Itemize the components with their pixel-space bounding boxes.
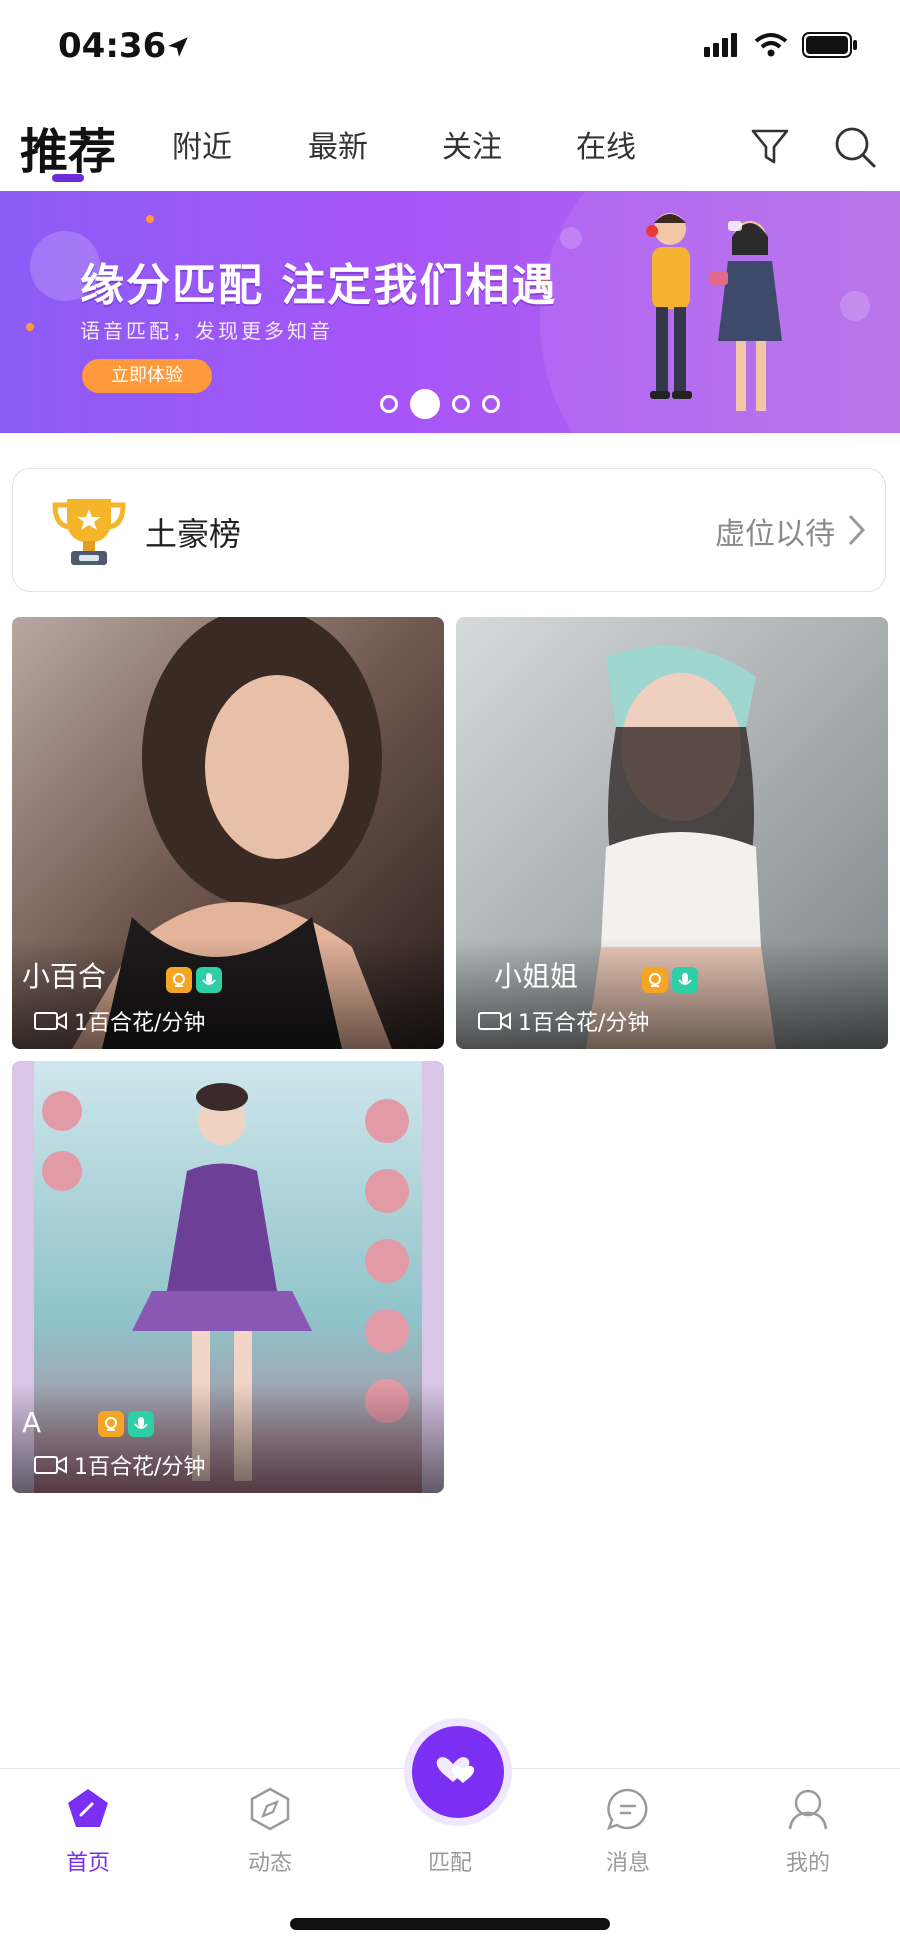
voice-chat-icon <box>196 967 222 993</box>
nav-mine[interactable]: 我的 <box>748 1769 868 1889</box>
banner-pagination <box>380 389 500 419</box>
nav-home[interactable]: 首页 <box>28 1769 148 1889</box>
nav-messages[interactable]: 消息 <box>568 1769 688 1889</box>
video-chat-icon <box>98 1411 124 1437</box>
filter-icon[interactable] <box>748 124 792 168</box>
nav-mine-label: 我的 <box>785 1851 830 1876</box>
price-row: 1百合花/分钟 <box>34 1449 205 1481</box>
user-card[interactable]: 小百合 1百合花/分钟 <box>12 617 444 1049</box>
couple-illustration <box>646 213 782 411</box>
chevron-right-icon <box>848 514 866 546</box>
nav-feed-label: 动态 <box>247 1851 292 1876</box>
home-icon <box>68 1789 108 1827</box>
status-time: 04:36 <box>58 26 167 66</box>
price-text: 1百合花/分钟 <box>74 1455 206 1480</box>
status-bar: 04:36 <box>0 0 900 96</box>
orange-dot <box>146 215 154 223</box>
price-text: 1百合花/分钟 <box>74 1011 206 1036</box>
tab-latest[interactable]: 最新 <box>308 122 368 166</box>
rich-list-status: 虚位以待 <box>715 517 835 552</box>
video-camera-icon <box>478 1012 511 1030</box>
user-card[interactable]: 小姐姐 1百合花/分钟 <box>456 617 888 1049</box>
home-indicator <box>290 1918 610 1930</box>
banner-try-now-button[interactable]: 立即体验 <box>82 359 212 393</box>
wifi-icon <box>754 33 788 57</box>
orange-dot <box>26 323 34 331</box>
user-name: 小姐姐 <box>494 960 579 993</box>
nav-match-label: 匹配 <box>427 1851 472 1876</box>
banner-dot-1[interactable] <box>380 395 398 413</box>
match-button[interactable] <box>404 1718 512 1826</box>
rich-list-title: 土豪榜 <box>145 515 242 553</box>
user-badges <box>98 1411 154 1437</box>
banner-dot-3[interactable] <box>452 395 470 413</box>
tab-nearby[interactable]: 附近 <box>172 122 232 166</box>
promo-banner[interactable]: 缘分匹配 注定我们相遇 语音匹配，发现更多知音 立即体验 <box>0 191 900 433</box>
banner-title: 缘分匹配 注定我们相遇 <box>80 260 558 311</box>
banner-subtitle: 语音匹配，发现更多知音 <box>80 319 333 343</box>
compass-icon <box>250 1787 290 1831</box>
cellular-signal-icon <box>704 33 737 57</box>
voice-chat-icon <box>128 1411 154 1437</box>
price-row: 1百合花/分钟 <box>34 1005 205 1037</box>
user-badges <box>166 967 222 993</box>
video-camera-icon <box>34 1456 67 1474</box>
hearts-icon <box>436 1757 475 1783</box>
user-card[interactable]: A 1百合花/分钟 <box>12 1061 444 1493</box>
profile-icon <box>788 1789 828 1830</box>
user-badges <box>642 967 698 993</box>
video-camera-icon <box>34 1012 67 1030</box>
search-icon[interactable] <box>832 124 878 170</box>
tab-following[interactable]: 关注 <box>442 122 502 166</box>
battery-icon <box>802 32 857 58</box>
location-arrow-icon <box>168 37 188 57</box>
banner-dot-2[interactable] <box>410 389 440 419</box>
nav-messages-label: 消息 <box>605 1851 650 1876</box>
active-tab-indicator <box>52 174 84 182</box>
user-name: 小百合 <box>22 960 107 993</box>
price-text: 1百合花/分钟 <box>518 1011 650 1036</box>
rich-list-card[interactable]: 土豪榜 虚位以待 <box>12 468 886 592</box>
user-name: A <box>22 1406 42 1439</box>
tab-recommend[interactable]: 推荐 <box>20 112 116 182</box>
status-indicators <box>704 32 858 58</box>
video-chat-icon <box>642 967 668 993</box>
voice-chat-icon <box>672 967 698 993</box>
chat-bubble-icon <box>606 1788 648 1831</box>
trophy-icon <box>52 499 126 565</box>
video-chat-icon <box>166 967 192 993</box>
tab-online[interactable]: 在线 <box>576 122 636 166</box>
banner-dot-4[interactable] <box>482 395 500 413</box>
price-row: 1百合花/分钟 <box>478 1005 649 1037</box>
nav-feed[interactable]: 动态 <box>210 1769 330 1889</box>
nav-home-label: 首页 <box>65 1851 110 1876</box>
